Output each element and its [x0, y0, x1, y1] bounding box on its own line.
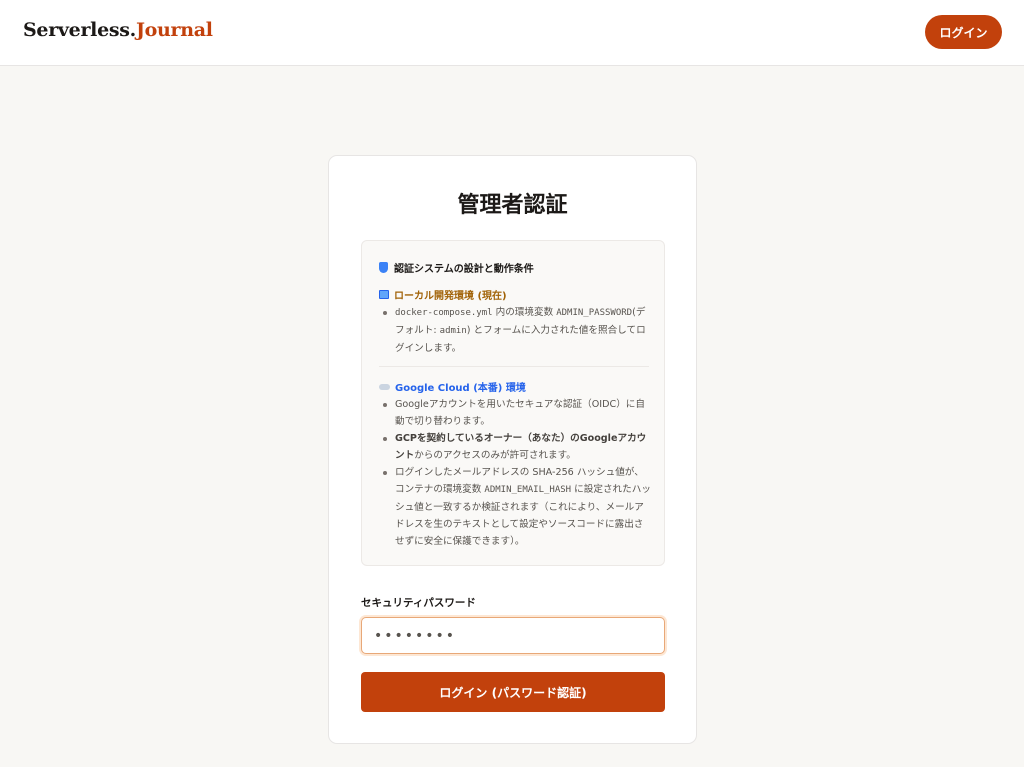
header-login-button[interactable]: ログイン: [925, 15, 1002, 49]
list-item: ログインしたメールアドレスの SHA-256 ハッシュ値が、コンテナの環境変数 …: [379, 464, 651, 550]
text: からのアクセスのみが許可されます。: [414, 450, 576, 461]
code-admin-email-hash: ADMIN_EMAIL_HASH: [484, 485, 572, 495]
cloud-env-title: Google Cloud (本番) 環境: [379, 379, 526, 394]
cloud-env-list: Googleアカウントを用いたセキュアな認証（OIDC）に自動で切り替わります。…: [379, 396, 651, 550]
cloud-env-title-text: Google Cloud (本番) 環境: [395, 383, 526, 394]
code-admin-password: ADMIN_PASSWORD: [556, 308, 633, 318]
list-item: Googleアカウントを用いたセキュアな認証（OIDC）に自動で切り替わります。: [379, 396, 651, 430]
monitor-icon: [379, 290, 389, 299]
divider: [379, 366, 649, 367]
local-env-list: docker-compose.yml 内の環境変数 ADMIN_PASSWORD…: [379, 304, 651, 357]
site-header: Serverless.Journal ログイン: [0, 0, 1024, 66]
info-heading: 認証システムの設計と動作条件: [379, 260, 534, 275]
info-heading-text: 認証システムの設計と動作条件: [394, 264, 534, 275]
site-logo[interactable]: Serverless.Journal: [23, 19, 213, 41]
page-title: 管理者認証: [457, 192, 568, 218]
password-login-button[interactable]: ログイン (パスワード認証): [361, 672, 665, 712]
auth-info-panel: 認証システムの設計と動作条件 ローカル開発環境 (現在) docker-comp…: [361, 240, 665, 566]
code-compose-file: docker-compose.yml: [395, 308, 493, 318]
logo-main: Serverless.: [23, 19, 136, 41]
password-input[interactable]: [361, 617, 665, 654]
auth-card: 管理者認証 認証システムの設計と動作条件 ローカル開発環境 (現在) docke…: [328, 155, 697, 744]
list-item: docker-compose.yml 内の環境変数 ADMIN_PASSWORD…: [379, 304, 651, 357]
text: 内の環境変数: [492, 307, 557, 318]
local-env-title-text: ローカル開発環境 (現在): [394, 291, 507, 302]
logo-accent: Journal: [135, 19, 213, 41]
list-item: GCPを契約しているオーナー（あなた）のGoogleアカウントからのアクセスのみ…: [379, 430, 651, 464]
local-env-title: ローカル開発環境 (現在): [379, 287, 507, 302]
shield-icon: [379, 262, 388, 273]
password-label: セキュリティパスワード: [361, 597, 476, 609]
cloud-icon: [379, 383, 390, 390]
code-admin: admin: [439, 326, 467, 336]
